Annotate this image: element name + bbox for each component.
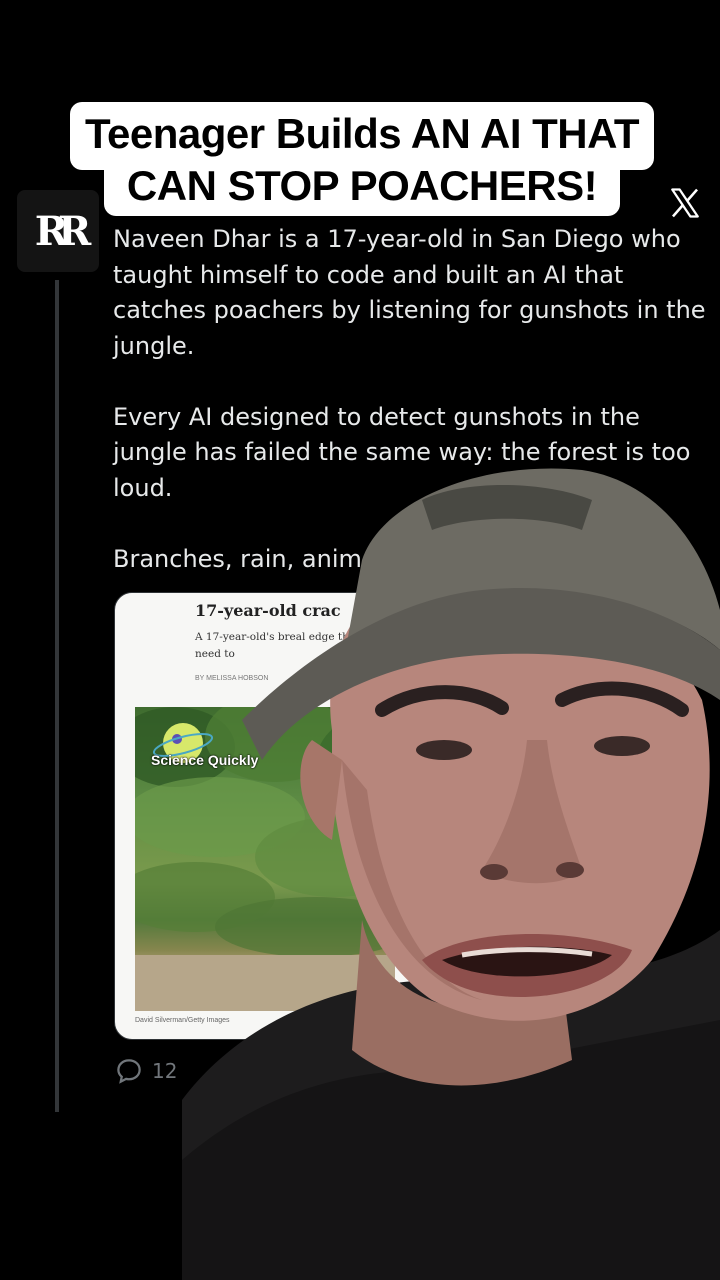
avatar-logo: RR [34, 207, 92, 255]
reply-icon [117, 1059, 141, 1084]
tweet-actions: 12 [114, 1054, 265, 1088]
x-logo-icon [671, 188, 699, 218]
presenter-video-overlay [182, 460, 720, 1280]
presenter-figure [182, 468, 720, 1280]
thread-line [55, 280, 59, 1112]
video-title-caption: Teenager Builds AN AI THAT CAN STOP POAC… [84, 110, 640, 209]
tweet-paragraph: Naveen Dhar is a 17-year-old in San Dieg… [113, 225, 706, 360]
reply-count: 12 [152, 1059, 178, 1083]
reply-button[interactable]: 12 [114, 1056, 177, 1086]
